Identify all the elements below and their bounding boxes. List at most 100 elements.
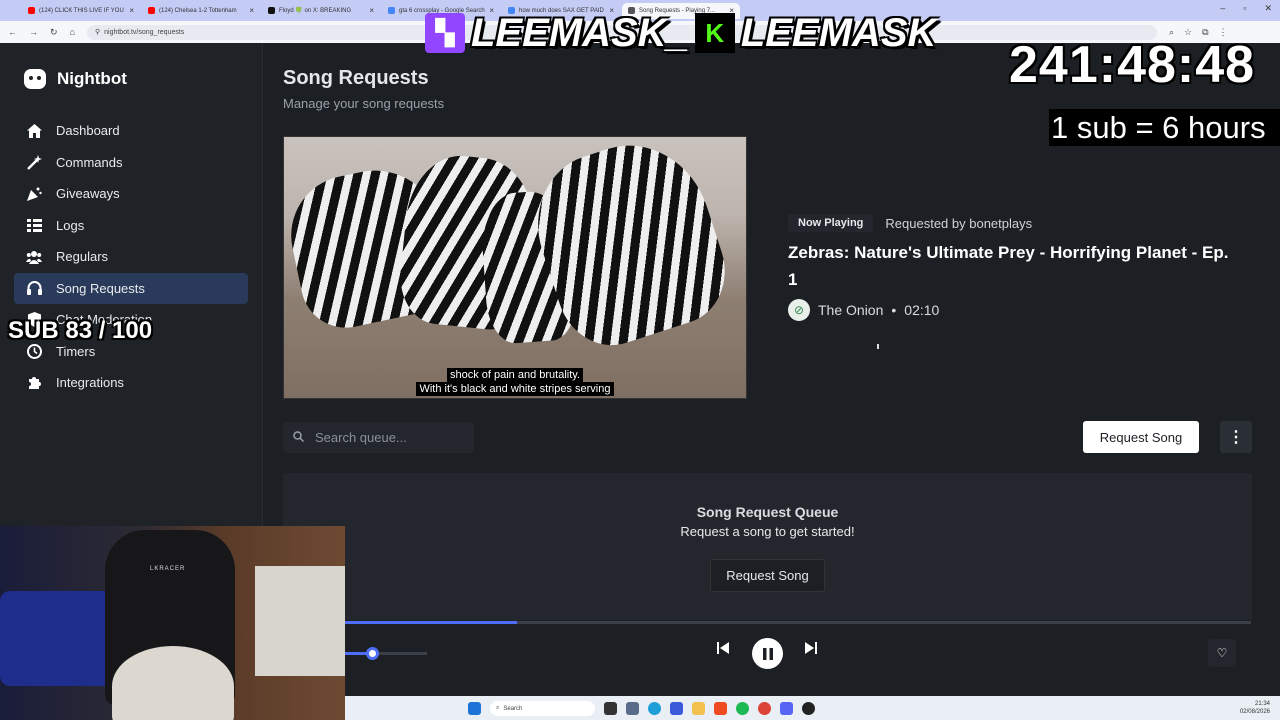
brand-name: Nightbot xyxy=(57,69,127,88)
pause-button[interactable] xyxy=(752,638,783,669)
puzzle-icon xyxy=(26,375,42,391)
tab-label: (124) CLICK THIS LIVE IF YOU xyxy=(39,7,124,14)
search-icon xyxy=(293,429,305,447)
discord-icon[interactable] xyxy=(780,702,793,715)
windows-start-icon[interactable] xyxy=(468,702,481,715)
folder-icon[interactable] xyxy=(692,702,705,715)
webcam-shelf xyxy=(255,566,345,676)
edge-icon[interactable] xyxy=(648,702,661,715)
sidebar-item-label: Commands xyxy=(56,154,123,170)
webcam-person xyxy=(112,646,234,720)
clock-date: 02/08/2026 xyxy=(1239,709,1270,715)
url-text: nightbot.tv/song_requests xyxy=(104,28,185,36)
party-icon xyxy=(26,186,42,202)
close-window-icon[interactable]: ✕ xyxy=(1264,3,1272,14)
mouse-cursor xyxy=(877,344,881,349)
sidebar-item-logs[interactable]: Logs xyxy=(14,210,248,242)
sidebar-item-label: Regulars xyxy=(56,249,109,265)
browser-tab[interactable]: (124) Chelsea 1-2 Tottenham × xyxy=(142,3,260,19)
close-icon[interactable]: × xyxy=(249,6,254,15)
store-icon[interactable] xyxy=(670,702,683,715)
progress-fill xyxy=(345,621,518,624)
tab-label: Floyd 🍀 on X: BREAKING xyxy=(279,8,352,14)
sidebar-nav: Dashboard Commands Giveaways Logs Regula… xyxy=(14,115,248,399)
forward-icon[interactable]: → xyxy=(29,27,38,38)
kick-icon: K xyxy=(694,13,735,53)
progress-track[interactable] xyxy=(345,621,1251,624)
task-view-icon[interactable] xyxy=(604,702,617,715)
sidebar-item-regulars[interactable]: Regulars xyxy=(14,241,248,273)
separator: • xyxy=(891,302,897,318)
sidebar-item-label: Giveaways xyxy=(56,186,120,202)
sidebar-item-commands[interactable]: Commands xyxy=(14,147,248,179)
sidebar-item-label: Timers xyxy=(56,343,96,359)
queue-title: Song Request Queue xyxy=(696,504,839,520)
search-icon: ⌕ xyxy=(496,705,500,711)
home-icon xyxy=(26,123,42,139)
song-title: Zebras: Nature's Ultimate Prey - Horrify… xyxy=(788,243,1229,289)
webcam-feed: LKRACER xyxy=(0,526,345,720)
page-title: Song Requests xyxy=(283,67,429,89)
requested-by: Requested by bonetplays xyxy=(885,215,1033,231)
sub-goal-overlay: SUB 83 / 100 xyxy=(8,317,153,344)
request-song-button[interactable]: Request Song xyxy=(1083,421,1199,453)
volume-slider[interactable] xyxy=(345,647,427,660)
sidebar-item-label: Logs xyxy=(56,217,85,233)
volume-knob[interactable] xyxy=(366,647,380,660)
browser-tab[interactable]: (124) CLICK THIS LIVE IF YOU × xyxy=(22,3,140,19)
site-info-icon[interactable]: ⚲ xyxy=(95,28,100,36)
maximize-icon[interactable]: ▫ xyxy=(1243,3,1246,14)
video-player[interactable]: shock of pain and brutality. With it's b… xyxy=(283,136,747,399)
minimize-icon[interactable]: – xyxy=(1220,3,1225,14)
more-options-button[interactable]: ⋮ xyxy=(1220,421,1252,453)
back-icon[interactable]: ← xyxy=(8,27,17,38)
search-input[interactable] xyxy=(315,430,465,445)
sidebar-item-integrations[interactable]: Integrations xyxy=(14,367,248,399)
browser-tab[interactable]: Floyd 🍀 on X: BREAKING × xyxy=(262,3,380,19)
twitch-icon: ▚ xyxy=(425,13,465,53)
queue-search[interactable] xyxy=(283,422,474,453)
queue-request-song-button[interactable]: Request Song xyxy=(710,559,825,592)
google-icon xyxy=(388,7,395,14)
channel-name: The Onion xyxy=(818,302,884,318)
tab-label: (124) Chelsea 1-2 Tottenham xyxy=(159,7,237,14)
queue-empty-text: Request a song to get started! xyxy=(680,524,855,539)
sidebar-item-song-requests[interactable]: Song Requests xyxy=(14,272,248,304)
next-button[interactable] xyxy=(805,642,817,654)
brave-icon[interactable] xyxy=(714,702,727,715)
kick-username: LEEMASK xyxy=(740,10,937,55)
settings-icon[interactable] xyxy=(626,702,639,715)
reload-icon[interactable]: ↻ xyxy=(50,27,58,38)
obs-icon[interactable] xyxy=(802,702,815,715)
twitch-username: LEEMASK_ xyxy=(471,10,689,55)
sidebar-item-dashboard[interactable]: Dashboard xyxy=(14,115,248,147)
previous-button[interactable] xyxy=(717,642,729,654)
channel-avatar: ⊘ xyxy=(788,299,810,321)
pause-icon xyxy=(762,647,773,660)
spotify-icon[interactable] xyxy=(736,702,749,715)
video-captions: shock of pain and brutality. With it's b… xyxy=(284,368,746,396)
song-channel: ⊘ The Onion • 02:10 xyxy=(788,299,939,321)
song-queue-panel: Song Request Queue Request a song to get… xyxy=(283,473,1252,633)
taskbar-clock[interactable]: 21:34 02/08/2026 xyxy=(1240,700,1270,716)
subathon-timer: 241:48:48 xyxy=(1009,36,1256,94)
kebab-icon: ⋮ xyxy=(1228,429,1244,446)
sidebar-item-giveaways[interactable]: Giveaways xyxy=(14,178,248,210)
page-subtitle: Manage your song requests xyxy=(283,96,445,111)
taskbar-search[interactable]: ⌕ Search xyxy=(490,701,595,716)
headphones-icon xyxy=(26,280,42,296)
youtube-icon xyxy=(148,7,155,14)
player-bar: ♡ xyxy=(345,620,1280,696)
close-icon[interactable]: × xyxy=(369,6,374,15)
sidebar-item-label: Integrations xyxy=(56,375,124,391)
chrome-icon[interactable] xyxy=(758,702,771,715)
brand[interactable]: Nightbot xyxy=(24,69,127,89)
sub-rate-overlay: 1 sub = 6 hours xyxy=(1049,109,1280,146)
clock-time: 21:34 xyxy=(1254,701,1270,707)
now-playing-badge: Now Playing xyxy=(788,214,874,232)
favorite-button[interactable]: ♡ xyxy=(1208,639,1236,667)
wand-icon xyxy=(26,154,42,170)
home-icon[interactable]: ⌂ xyxy=(70,27,75,38)
close-icon[interactable]: × xyxy=(129,6,134,15)
browser-nav: ← → ↻ ⌂ xyxy=(8,27,75,38)
